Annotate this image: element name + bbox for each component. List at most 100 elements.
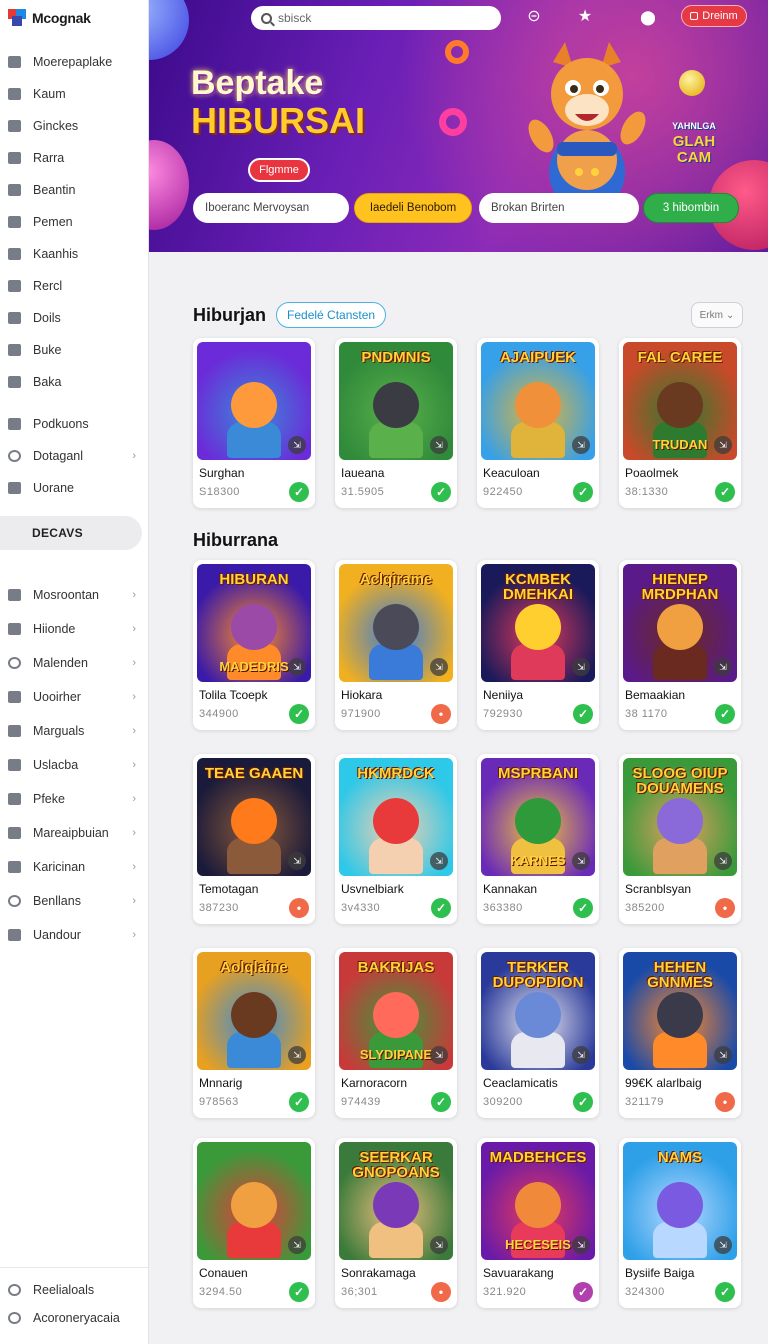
game-thumbnail[interactable]: HIBURAN MADEDRIS ⇲	[197, 564, 311, 682]
check-status-icon[interactable]: ✓	[289, 704, 309, 724]
game-thumbnail[interactable]: MADBEHCES HECESEIS ⇲	[481, 1142, 595, 1260]
game-card[interactable]: Aolqlaine ⇲ Mnnarig 978563 ✓	[193, 948, 315, 1118]
game-card[interactable]: SEERKAR GNOPOANS ⇲ Sonrakamaga 36;301 •	[335, 1138, 457, 1308]
check-status-icon[interactable]: ✓	[573, 1092, 593, 1112]
check-status-icon[interactable]: ✓	[715, 704, 735, 724]
game-card[interactable]: TEAE GAAEN ⇲ Temotagan 387230 •	[193, 754, 315, 924]
sidebar-item[interactable]: Baka	[0, 366, 148, 398]
game-thumbnail[interactable]: TEAE GAAEN ⇲	[197, 758, 311, 876]
expand-icon[interactable]: ⇲	[714, 852, 732, 870]
check-status-icon[interactable]: ✓	[715, 1282, 735, 1302]
game-thumbnail[interactable]: MSPRBANI KARNES ⇲	[481, 758, 595, 876]
expand-icon[interactable]: ⇲	[714, 658, 732, 676]
check-status-icon[interactable]: ✓	[573, 482, 593, 502]
sidebar-item[interactable]: Moerepaplake	[0, 46, 148, 78]
expand-icon[interactable]: ⇲	[572, 1046, 590, 1064]
expand-icon[interactable]: ⇲	[572, 436, 590, 454]
game-thumbnail[interactable]: Aclqirame ⇲	[339, 564, 453, 682]
sidebar-section-header[interactable]: DECAVS	[0, 516, 142, 550]
game-thumbnail[interactable]: NAMS ⇲	[623, 1142, 737, 1260]
alert-status-icon[interactable]: •	[431, 704, 451, 724]
expand-icon[interactable]: ⇲	[714, 1046, 732, 1064]
sidebar-item[interactable]: Reelialoals	[0, 1276, 148, 1304]
sidebar-item[interactable]: Hiionde ›	[0, 612, 148, 646]
check-status-icon[interactable]: ✓	[431, 1092, 451, 1112]
game-card[interactable]: BAKRIJAS SLYDIPANE ⇲ Karnoracorn 974439 ✓	[335, 948, 457, 1118]
game-card[interactable]: SLOOG OIUP DOUAMENS ⇲ Scranblsyan 385200 •	[619, 754, 741, 924]
game-card[interactable]: HIENEP MRDPHAN ⇲ Bemaakian 38 1170 ✓	[619, 560, 741, 730]
sidebar-item[interactable]: Uslacba ›	[0, 748, 148, 782]
sidebar-item[interactable]: Rercl	[0, 270, 148, 302]
expand-icon[interactable]: ⇲	[572, 852, 590, 870]
expand-icon[interactable]: ⇲	[288, 436, 306, 454]
game-card[interactable]: MADBEHCES HECESEIS ⇲ Savuarakang 321.920 ✓	[477, 1138, 599, 1308]
expand-icon[interactable]: ⇲	[430, 1236, 448, 1254]
game-thumbnail[interactable]: HKMRDCK ⇲	[339, 758, 453, 876]
sidebar-item[interactable]: Podkuons	[0, 408, 148, 440]
expand-icon[interactable]: ⇲	[572, 658, 590, 676]
sidebar-item[interactable]: Pemen	[0, 206, 148, 238]
expand-icon[interactable]: ⇲	[572, 1236, 590, 1254]
wallet-button[interactable]: Dreinm	[681, 5, 747, 27]
expand-icon[interactable]: ⇲	[714, 1236, 732, 1254]
game-card[interactable]: FAL CAREE TRUDAN ⇲ Poaolmek 38:1330 ✓	[619, 338, 741, 508]
check-status-icon[interactable]: ✓	[431, 898, 451, 918]
sidebar-item[interactable]: Marguals ›	[0, 714, 148, 748]
game-card[interactable]: ⇲ Conauen 3294.50 ✓	[193, 1138, 315, 1308]
hero-button-1[interactable]: Iaedeli Benobom	[354, 193, 472, 223]
sidebar-item[interactable]: Uooirher ›	[0, 680, 148, 714]
bell-icon[interactable]: ⊝	[523, 6, 545, 28]
sidebar-item[interactable]: Dotaganl ›	[0, 440, 148, 472]
expand-icon[interactable]: ⇲	[430, 436, 448, 454]
sidebar-item[interactable]: Benllans ›	[0, 884, 148, 918]
game-thumbnail[interactable]: ⇲	[197, 1142, 311, 1260]
sidebar-item[interactable]: Ginckes	[0, 110, 148, 142]
check-status-icon[interactable]: ✓	[573, 1282, 593, 1302]
game-card[interactable]: HIBURAN MADEDRIS ⇲ Tolila Tcoepk 344900 ✓	[193, 560, 315, 730]
check-status-icon[interactable]: ✓	[431, 482, 451, 502]
game-card[interactable]: MSPRBANI KARNES ⇲ Kannakan 363380 ✓	[477, 754, 599, 924]
sidebar-item[interactable]: Buke	[0, 334, 148, 366]
expand-icon[interactable]: ⇲	[430, 1046, 448, 1064]
game-card[interactable]: PNDMNIS ⇲ Iaueana 31.5905 ✓	[335, 338, 457, 508]
sidebar-item[interactable]: Uorane	[0, 472, 148, 504]
sidebar-item[interactable]: Kaanhis	[0, 238, 148, 270]
sidebar-item[interactable]: Doils	[0, 302, 148, 334]
brand[interactable]: Mcognak	[0, 0, 148, 36]
check-status-icon[interactable]: ✓	[289, 482, 309, 502]
game-thumbnail[interactable]: HIENEP MRDPHAN ⇲	[623, 564, 737, 682]
check-status-icon[interactable]: ✓	[715, 482, 735, 502]
game-card[interactable]: NAMS ⇲ Bysiife Baiga 324300 ✓	[619, 1138, 741, 1308]
game-thumbnail[interactable]: HEHEN GNNMES ⇲	[623, 952, 737, 1070]
game-thumbnail[interactable]: KCMBEK DMEHKAI ⇲	[481, 564, 595, 682]
sidebar-item[interactable]: Mareaipbuian ›	[0, 816, 148, 850]
sidebar-item[interactable]: Rarra	[0, 142, 148, 174]
sidebar-item[interactable]: Pfeke ›	[0, 782, 148, 816]
sidebar-item[interactable]: Beantin	[0, 174, 148, 206]
expand-icon[interactable]: ⇲	[288, 852, 306, 870]
check-status-icon[interactable]: ✓	[573, 898, 593, 918]
game-thumbnail[interactable]: PNDMNIS ⇲	[339, 342, 453, 460]
game-thumbnail[interactable]: SEERKAR GNOPOANS ⇲	[339, 1142, 453, 1260]
game-card[interactable]: AJAIPUEK ⇲ Keaculoan 922450 ✓	[477, 338, 599, 508]
game-thumbnail[interactable]: BAKRIJAS SLYDIPANE ⇲	[339, 952, 453, 1070]
sidebar-item[interactable]: Uandour ›	[0, 918, 148, 952]
game-thumbnail[interactable]: FAL CAREE TRUDAN ⇲	[623, 342, 737, 460]
alert-status-icon[interactable]: •	[289, 898, 309, 918]
expand-icon[interactable]: ⇲	[288, 1236, 306, 1254]
filter-chip[interactable]: Fedelé Ctansten	[276, 302, 387, 328]
search-bar[interactable]: sbisck	[251, 6, 501, 30]
sidebar-item[interactable]: Mosroontan ›	[0, 578, 148, 612]
hero-button-2[interactable]: 3 hibombin	[643, 193, 739, 223]
sidebar-item[interactable]: Kaum	[0, 78, 148, 110]
alert-status-icon[interactable]: •	[431, 1282, 451, 1302]
expand-icon[interactable]: ⇲	[430, 852, 448, 870]
game-card[interactable]: TERKER DUPOPDION ⇲ Ceaclamicatis 309200 ✓	[477, 948, 599, 1118]
check-status-icon[interactable]: ✓	[289, 1092, 309, 1112]
hero-cta-pill[interactable]: Flgmme	[248, 158, 310, 182]
game-thumbnail[interactable]: ⇲	[197, 342, 311, 460]
check-status-icon[interactable]: ✓	[573, 704, 593, 724]
game-thumbnail[interactable]: TERKER DUPOPDION ⇲	[481, 952, 595, 1070]
game-thumbnail[interactable]: AJAIPUEK ⇲	[481, 342, 595, 460]
game-card[interactable]: ⇲ Surghan S18300 ✓	[193, 338, 315, 508]
